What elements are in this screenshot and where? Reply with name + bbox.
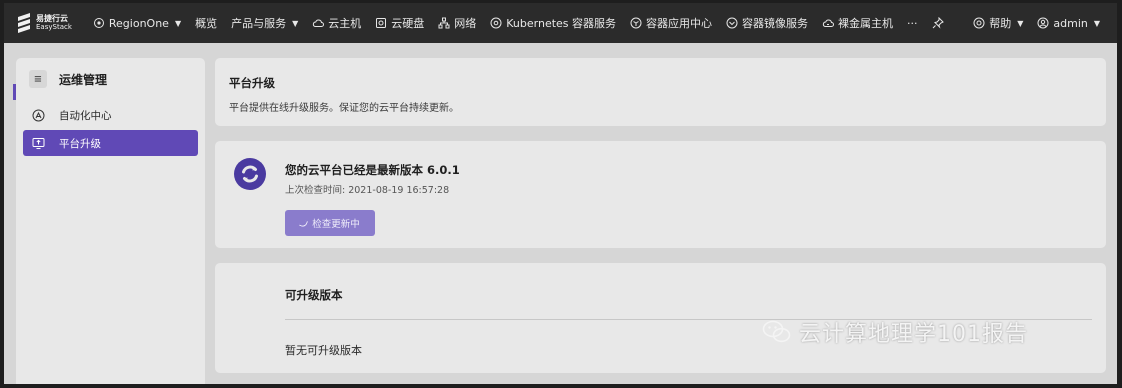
active-indicator xyxy=(13,84,16,100)
check-update-label: 检查更新中 xyxy=(312,219,360,230)
nav-cloud-disk-label: 云硬盘 xyxy=(391,17,425,30)
bare-metal-icon xyxy=(822,19,835,27)
empty-state-text: 暂无可升级版本 xyxy=(285,344,362,357)
nav-container-image[interactable]: 容器镜像服务 xyxy=(719,3,815,43)
version-card: 您的云平台已经是最新版本 6.0.1 上次检查时间: 2021-08-19 16… xyxy=(215,141,1106,248)
nav-container-app[interactable]: 容器应用中心 xyxy=(623,3,719,43)
nav-cloud-host-label: 云主机 xyxy=(328,17,362,30)
cube-icon xyxy=(630,17,642,29)
user-avatar-icon xyxy=(1037,17,1049,29)
chevron-down-icon: ▼ xyxy=(1017,18,1024,28)
username-label: admin xyxy=(1053,16,1088,30)
nav-container-image-label: 容器镜像服务 xyxy=(742,17,809,30)
nav-more-button[interactable]: ··· xyxy=(900,3,925,43)
pin-button[interactable] xyxy=(925,3,951,43)
nav-kubernetes-label: Kubernetes 容器服务 xyxy=(506,17,617,30)
logo-en-text: EasyStack xyxy=(36,23,72,31)
image-registry-icon xyxy=(726,17,738,29)
upgradeable-versions-title: 可升级版本 xyxy=(285,288,343,302)
nav-bare-metal-label: 裸金属主机 xyxy=(838,17,894,30)
wechat-icon xyxy=(762,320,791,343)
automation-icon xyxy=(32,109,45,121)
nav-products-label: 产品与服务 xyxy=(231,17,287,30)
page-title: 平台升级 xyxy=(229,76,275,90)
kubernetes-icon xyxy=(490,17,502,29)
disk-icon xyxy=(376,18,387,28)
sidebar-item-automation[interactable]: 自动化中心 xyxy=(23,102,198,128)
app-frame: 易捷行云 EasyStack RegionOne ▼ 概览 产品与服务 ▼ 云主… xyxy=(4,3,1117,384)
chevron-down-icon: ▼ xyxy=(1093,18,1100,28)
chevron-down-icon: ▼ xyxy=(292,18,299,28)
sidebar: ≡ 运维管理 自动化中心 平台升级 xyxy=(16,58,205,384)
cloud-icon xyxy=(313,19,325,27)
sync-icon xyxy=(234,158,266,190)
nav-overview-label: 概览 xyxy=(195,17,218,30)
region-selector[interactable]: RegionOne ▼ xyxy=(86,3,188,43)
help-icon xyxy=(973,17,985,29)
watermark: 云计算地理学101报告 xyxy=(762,316,1028,348)
watermark-text: 云计算地理学101报告 xyxy=(799,322,1028,347)
version-status-text: 您的云平台已经是最新版本 6.0.1 xyxy=(285,163,460,177)
menu-icon[interactable]: ≡ xyxy=(29,70,47,88)
network-icon xyxy=(438,17,450,29)
logo-cn-text: 易捷行云 xyxy=(36,14,68,23)
brand-logo[interactable]: 易捷行云 EasyStack xyxy=(18,13,72,33)
nav-products[interactable]: 产品与服务 ▼ xyxy=(224,3,305,43)
nav-bare-metal[interactable]: 裸金属主机 xyxy=(815,3,900,43)
loading-spinner-icon xyxy=(299,218,309,228)
sidebar-header: ≡ 运维管理 xyxy=(16,58,205,100)
top-navbar: 易捷行云 EasyStack RegionOne ▼ 概览 产品与服务 ▼ 云主… xyxy=(4,3,1117,43)
help-menu[interactable]: 帮助 ▼ xyxy=(966,3,1030,43)
nav-cloud-host[interactable]: 云主机 xyxy=(305,3,368,43)
nav-network-label: 网络 xyxy=(454,17,477,30)
chevron-down-icon: ▼ xyxy=(174,18,182,28)
region-label: RegionOne xyxy=(108,16,169,30)
user-menu[interactable]: admin ▼ xyxy=(1030,3,1107,43)
monitor-upgrade-icon xyxy=(32,137,45,149)
sidebar-item-platform-upgrade[interactable]: 平台升级 xyxy=(23,130,198,156)
more-icon: ··· xyxy=(907,16,918,30)
logo-icon xyxy=(18,13,32,33)
page-description: 平台提供在线升级服务。保证您的云平台持续更新。 xyxy=(229,103,459,114)
help-label: 帮助 xyxy=(989,17,1012,30)
sidebar-item-label: 自动化中心 xyxy=(59,109,112,122)
nav-container-app-label: 容器应用中心 xyxy=(646,17,713,30)
pin-icon xyxy=(932,17,944,29)
location-icon xyxy=(93,18,104,28)
nav-kubernetes[interactable]: Kubernetes 容器服务 xyxy=(483,3,623,43)
nav-cloud-disk[interactable]: 云硬盘 xyxy=(368,3,431,43)
check-update-button[interactable]: 检查更新中 xyxy=(285,210,375,236)
sidebar-item-label: 平台升级 xyxy=(59,137,101,150)
sidebar-title: 运维管理 xyxy=(59,72,108,87)
nav-network[interactable]: 网络 xyxy=(431,3,483,43)
nav-overview[interactable]: 概览 xyxy=(188,3,224,43)
last-check-time: 上次检查时间: 2021-08-19 16:57:28 xyxy=(285,185,450,196)
page-header-card: 平台升级 平台提供在线升级服务。保证您的云平台持续更新。 xyxy=(215,58,1106,126)
